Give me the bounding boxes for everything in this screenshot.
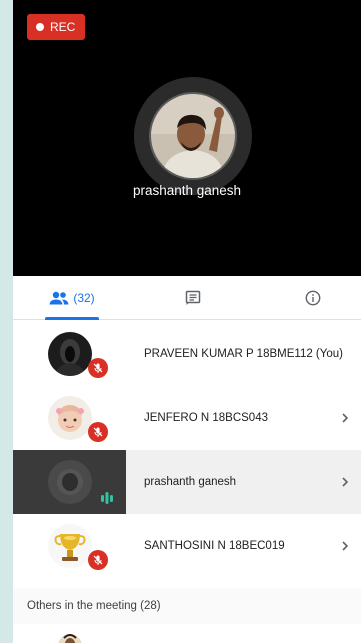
recording-badge: REC	[27, 14, 86, 40]
tab-info[interactable]	[293, 276, 333, 319]
speaker-avatar	[149, 92, 237, 180]
tab-selected-indicator	[45, 317, 99, 320]
participant-name: PRAVEEN KUMAR P 18BME112 (You)	[144, 348, 343, 360]
avatar	[48, 460, 92, 504]
speaking-indicator-icon	[101, 492, 113, 504]
recording-label: REC	[50, 20, 76, 34]
participant-row[interactable]: prashanth ganesh	[13, 450, 361, 514]
participant-name: prashanth ganesh	[144, 476, 237, 488]
participant-tile	[13, 386, 126, 450]
mic-muted-icon	[88, 550, 108, 570]
speaker-avatar-ring	[134, 77, 252, 195]
panel-tabs: (32)	[13, 276, 361, 320]
participant-name: JENFERO N 18BCS043	[144, 412, 268, 424]
speaker-name: prashanth ganesh	[132, 183, 242, 198]
participant-row[interactable]: JENFERO N 18BCS043	[13, 386, 361, 450]
participant-tile-partial[interactable]	[13, 624, 126, 643]
participant-tile	[13, 450, 126, 514]
info-icon	[305, 290, 321, 305]
avatar	[58, 634, 82, 643]
participant-row[interactable]: PRAVEEN KUMAR P 18BME112 (You)	[13, 322, 361, 386]
people-count: (32)	[73, 290, 95, 305]
avatar	[48, 332, 92, 376]
meeting-screen: REC prashanth ganesh (32) PRAVEEN KUMAR …	[13, 0, 361, 643]
chevron-right-icon[interactable]	[339, 412, 351, 424]
avatar	[48, 524, 92, 568]
tab-people[interactable]: (32)	[37, 276, 107, 320]
main-video[interactable]: REC prashanth ganesh	[13, 0, 361, 276]
chevron-right-icon[interactable]	[339, 540, 351, 552]
tab-chat[interactable]	[173, 276, 213, 319]
mic-muted-icon	[88, 358, 108, 378]
avatar	[48, 396, 92, 440]
chevron-right-icon[interactable]	[339, 476, 351, 488]
participant-name: SANTHOSINI N 18BEC019	[144, 540, 285, 552]
participant-row[interactable]: SANTHOSINI N 18BEC019	[13, 514, 361, 578]
mic-muted-icon	[88, 422, 108, 442]
others-section-header: Others in the meeting (28)	[13, 588, 361, 624]
record-dot-icon	[36, 23, 44, 31]
chat-icon	[185, 290, 201, 305]
participant-tile	[13, 514, 126, 578]
participant-tile	[13, 322, 126, 386]
people-icon	[49, 291, 69, 304]
